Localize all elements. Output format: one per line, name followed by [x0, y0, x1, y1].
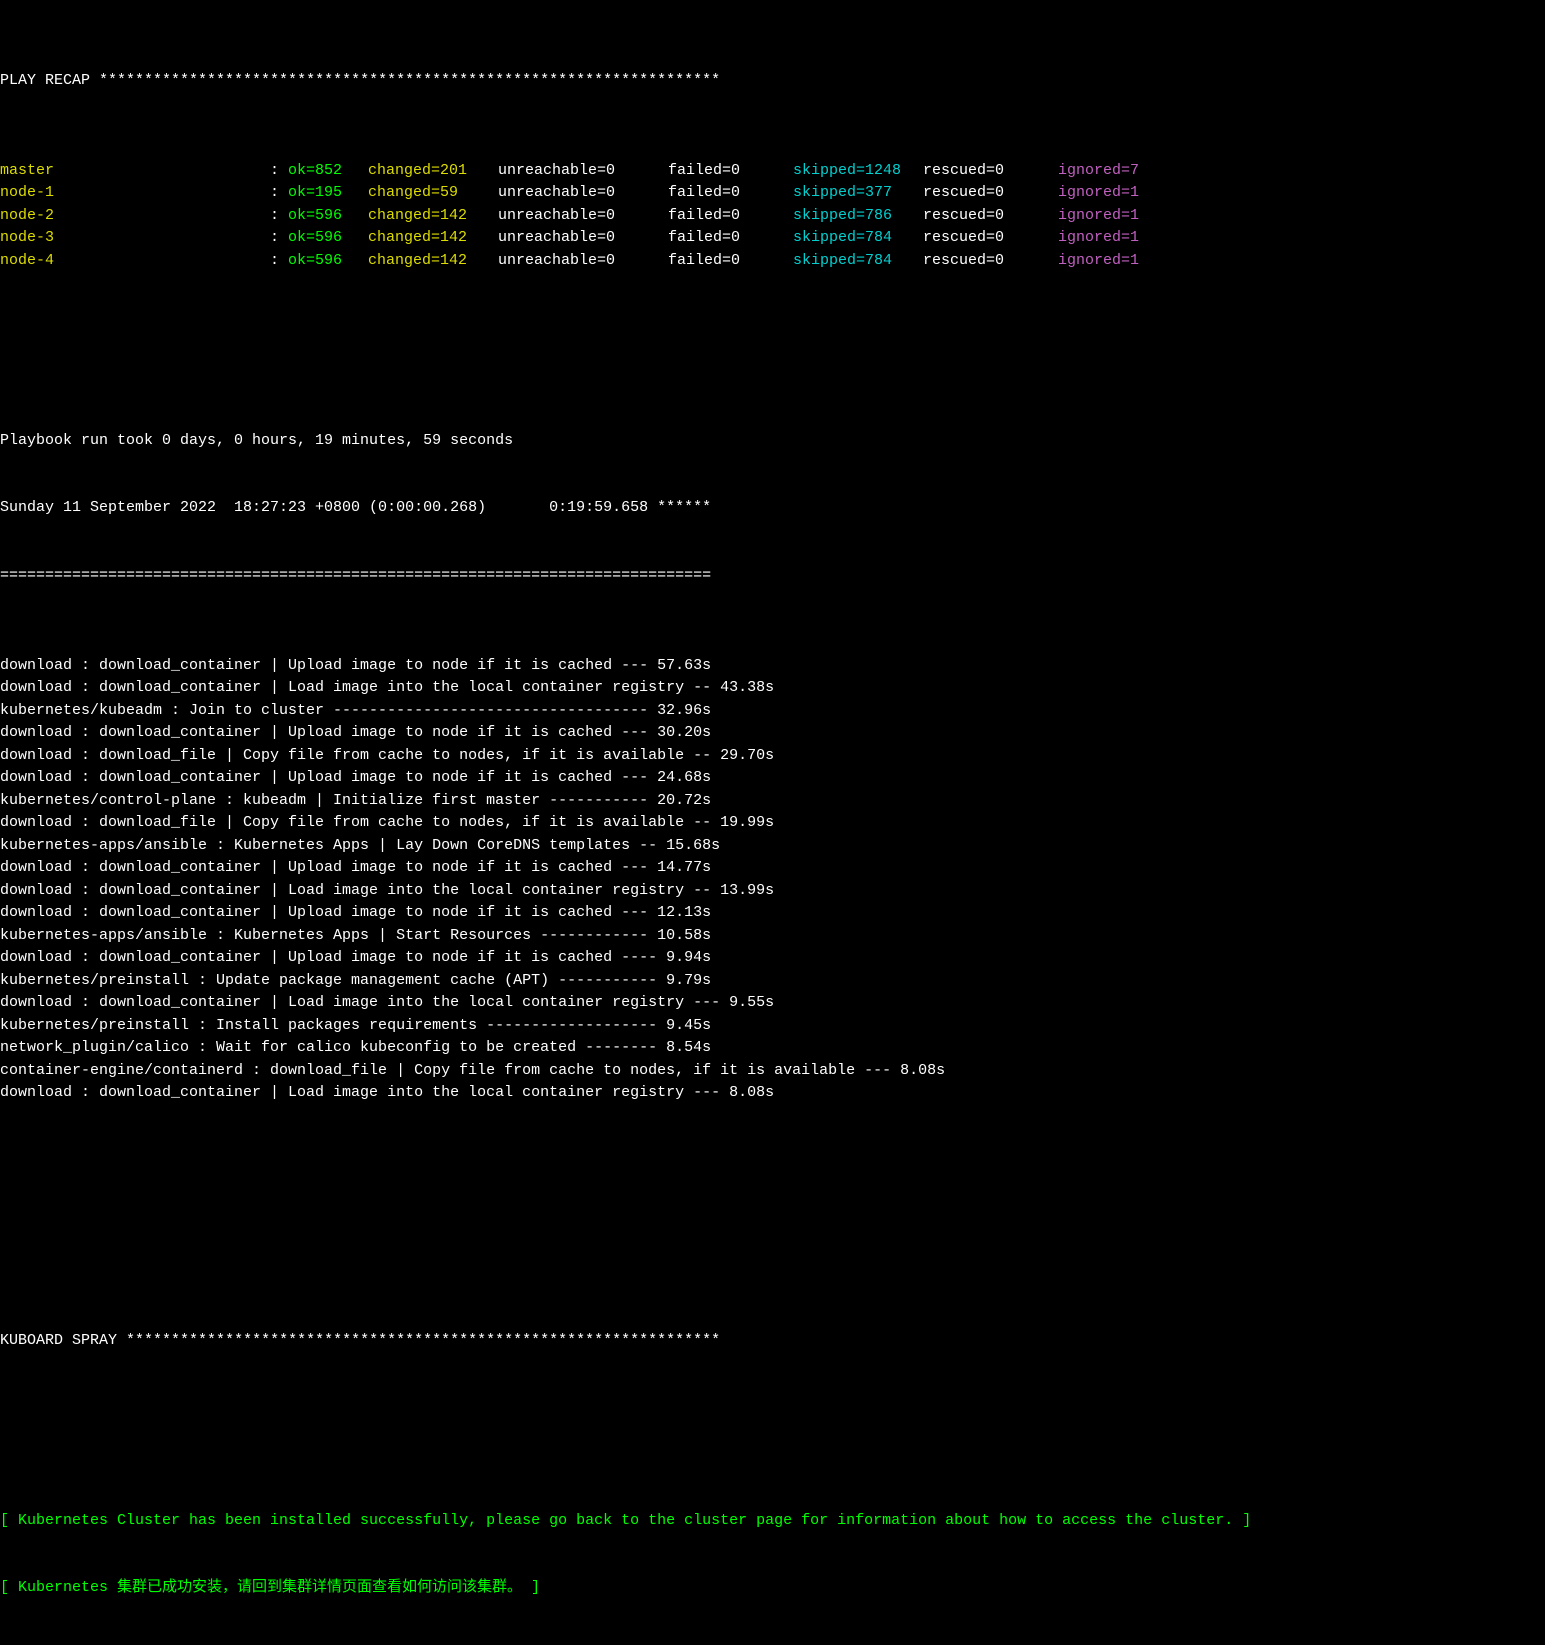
recap-sep: :: [270, 227, 288, 250]
header-stars: ****************************************…: [99, 72, 720, 89]
task-timing-row: download : download_container | Upload i…: [0, 722, 1545, 745]
recap-rescued: rescued=0: [923, 205, 1058, 228]
recap-failed: failed=0: [668, 205, 793, 228]
recap-changed: changed=142: [368, 250, 498, 273]
recap-sep: :: [270, 250, 288, 273]
recap-failed: failed=0: [668, 182, 793, 205]
recap-row: node-1: ok=195changed=59unreachable=0fai…: [0, 182, 1545, 205]
task-timing-row: kubernetes/control-plane : kubeadm | Ini…: [0, 790, 1545, 813]
recap-ignored: ignored=1: [1058, 182, 1158, 205]
recap-ignored: ignored=1: [1058, 227, 1158, 250]
recap-changed: changed=59: [368, 182, 498, 205]
recap-failed: failed=0: [668, 160, 793, 183]
recap-unreachable: unreachable=0: [498, 182, 668, 205]
kuboard-spray-title: KUBOARD SPRAY: [0, 1332, 117, 1349]
recap-rescued: rescued=0: [923, 227, 1058, 250]
task-timing-row: container-engine/containerd : download_f…: [0, 1060, 1545, 1083]
play-recap-title: PLAY RECAP: [0, 72, 90, 89]
success-message-en: [ Kubernetes Cluster has been installed …: [0, 1510, 1545, 1533]
kuboard-spray-header: KUBOARD SPRAY **************************…: [0, 1330, 1545, 1353]
recap-changed: changed=142: [368, 205, 498, 228]
recap-ok: ok=596: [288, 205, 368, 228]
recap-ignored: ignored=7: [1058, 160, 1158, 183]
recap-changed: changed=201: [368, 160, 498, 183]
task-timing-row: kubernetes/preinstall : Install packages…: [0, 1015, 1545, 1038]
recap-rescued: rescued=0: [923, 182, 1058, 205]
play-recap-header: PLAY RECAP *****************************…: [0, 70, 1545, 93]
success-message-zh: [ Kubernetes 集群已成功安装，请回到集群详情页面查看如何访问该集群。…: [0, 1577, 1545, 1600]
recap-row: node-3: ok=596changed=142unreachable=0fa…: [0, 227, 1545, 250]
recap-sep: :: [270, 182, 288, 205]
task-timing-row: download : download_container | Load ima…: [0, 677, 1545, 700]
task-timing-row: download : download_file | Copy file fro…: [0, 745, 1545, 768]
recap-ignored: ignored=1: [1058, 205, 1158, 228]
task-timing-row: download : download_file | Copy file fro…: [0, 812, 1545, 835]
recap-ok: ok=852: [288, 160, 368, 183]
task-timing-row: download : download_container | Upload i…: [0, 947, 1545, 970]
task-timing-row: download : download_container | Upload i…: [0, 857, 1545, 880]
recap-host: node-2: [0, 205, 270, 228]
recap-skipped: skipped=784: [793, 227, 923, 250]
recap-sep: :: [270, 160, 288, 183]
recap-unreachable: unreachable=0: [498, 160, 668, 183]
recap-skipped: skipped=377: [793, 182, 923, 205]
timing-summary: Playbook run took 0 days, 0 hours, 19 mi…: [0, 430, 1545, 453]
task-timing-row: download : download_container | Upload i…: [0, 655, 1545, 678]
timing-rule: ========================================…: [0, 565, 1545, 588]
recap-sep: :: [270, 205, 288, 228]
recap-skipped: skipped=784: [793, 250, 923, 273]
recap-row: node-4: ok=596changed=142unreachable=0fa…: [0, 250, 1545, 273]
recap-ignored: ignored=1: [1058, 250, 1158, 273]
recap-ok: ok=596: [288, 227, 368, 250]
recap-row: node-2: ok=596changed=142unreachable=0fa…: [0, 205, 1545, 228]
task-timing-row: download : download_container | Load ima…: [0, 880, 1545, 903]
task-timing-row: kubernetes/kubeadm : Join to cluster ---…: [0, 700, 1545, 723]
terminal-output: PLAY RECAP *****************************…: [0, 0, 1545, 1645]
task-timing-row: download : download_container | Load ima…: [0, 992, 1545, 1015]
task-timing-row: download : download_container | Upload i…: [0, 902, 1545, 925]
recap-unreachable: unreachable=0: [498, 205, 668, 228]
recap-ok: ok=195: [288, 182, 368, 205]
task-timing-row: network_plugin/calico : Wait for calico …: [0, 1037, 1545, 1060]
recap-unreachable: unreachable=0: [498, 250, 668, 273]
recap-rescued: rescued=0: [923, 160, 1058, 183]
recap-host: node-1: [0, 182, 270, 205]
task-timing-row: kubernetes-apps/ansible : Kubernetes App…: [0, 835, 1545, 858]
recap-unreachable: unreachable=0: [498, 227, 668, 250]
recap-changed: changed=142: [368, 227, 498, 250]
task-timing-row: kubernetes-apps/ansible : Kubernetes App…: [0, 925, 1545, 948]
recap-failed: failed=0: [668, 227, 793, 250]
task-timing-row: kubernetes/preinstall : Update package m…: [0, 970, 1545, 993]
recap-host: node-4: [0, 250, 270, 273]
recap-skipped: skipped=786: [793, 205, 923, 228]
task-timing-row: download : download_container | Upload i…: [0, 767, 1545, 790]
recap-ok: ok=596: [288, 250, 368, 273]
footer-stars: ****************************************…: [126, 1332, 720, 1349]
timing-date: Sunday 11 September 2022 18:27:23 +0800 …: [0, 497, 1545, 520]
recap-host: master: [0, 160, 270, 183]
recap-skipped: skipped=1248: [793, 160, 923, 183]
recap-row: master: ok=852changed=201unreachable=0fa…: [0, 160, 1545, 183]
task-timing-row: download : download_container | Load ima…: [0, 1082, 1545, 1105]
recap-rescued: rescued=0: [923, 250, 1058, 273]
recap-failed: failed=0: [668, 250, 793, 273]
recap-host: node-3: [0, 227, 270, 250]
